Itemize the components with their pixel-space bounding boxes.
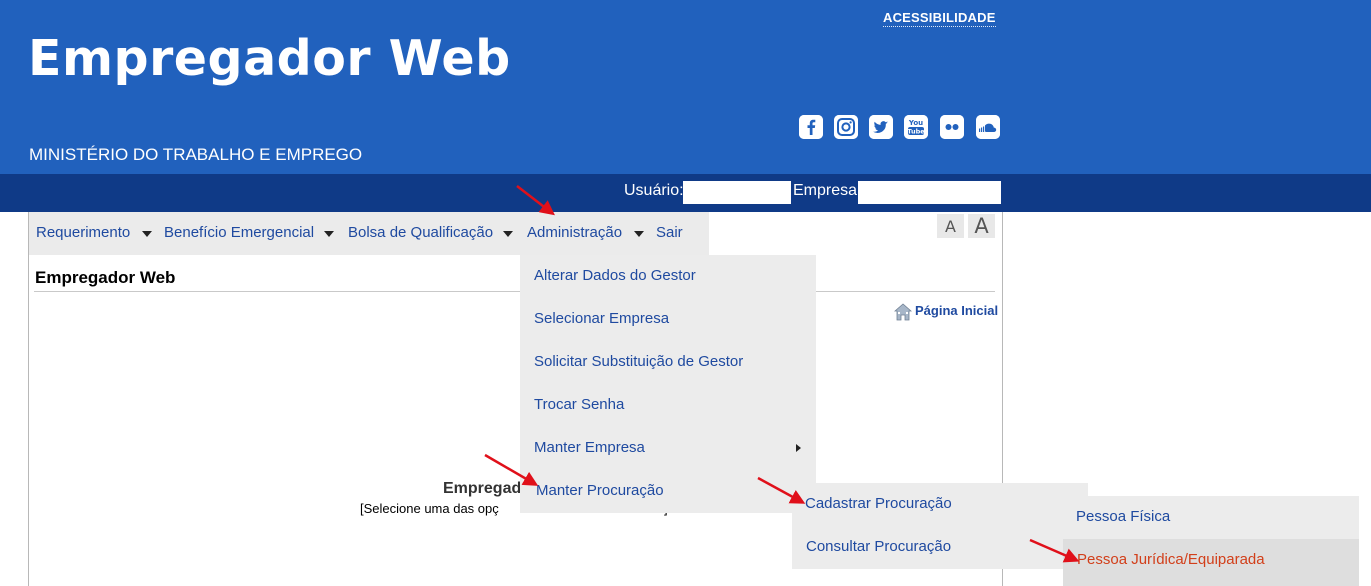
svg-text:You: You xyxy=(908,119,923,127)
menu-item-selecionar-empresa[interactable]: Selecionar Empresa xyxy=(534,310,669,327)
site-header: ACESSIBILIDADE Empregador Web MINISTÉRIO… xyxy=(0,0,1371,174)
company-label: Empresa: xyxy=(793,182,862,199)
svg-text:Tube: Tube xyxy=(907,128,925,136)
user-value-field xyxy=(683,181,791,204)
chevron-down-icon[interactable] xyxy=(503,231,513,237)
chevron-down-icon[interactable] xyxy=(142,231,152,237)
soundcloud-icon[interactable] xyxy=(976,115,1000,139)
menu-item-requerimento[interactable]: Requerimento xyxy=(36,224,130,241)
site-brand-title[interactable]: Empregador Web xyxy=(28,30,511,87)
menu-item-bolsa-qualificacao[interactable]: Bolsa de Qualificação xyxy=(348,224,493,241)
menu-item-pessoa-fisica[interactable]: Pessoa Física xyxy=(1076,508,1170,525)
menu-item-cadastrar-procuracao[interactable]: Cadastrar Procuração xyxy=(805,495,952,512)
facebook-icon[interactable] xyxy=(799,115,823,139)
company-value-field xyxy=(858,181,1001,204)
twitter-icon[interactable] xyxy=(869,115,893,139)
title-divider xyxy=(34,291,995,292)
chevron-right-icon xyxy=(796,444,801,452)
menu-item-manter-empresa[interactable]: Manter Empresa xyxy=(534,439,645,456)
home-icon[interactable] xyxy=(893,303,913,326)
menu-item-pessoa-juridica[interactable]: Pessoa Jurídica/Equiparada xyxy=(1077,551,1265,568)
font-increase-button[interactable]: A xyxy=(968,214,995,238)
home-link[interactable]: Página Inicial xyxy=(915,303,998,318)
user-label: Usuário: xyxy=(624,182,684,199)
menu-item-sair[interactable]: Sair xyxy=(656,224,683,241)
menu-item-solicitar-substituicao-gestor[interactable]: Solicitar Substituição de Gestor xyxy=(534,353,743,370)
ministry-name: MINISTÉRIO DO TRABALHO E EMPREGO xyxy=(29,145,363,164)
welcome-subtitle-left: [Selecione uma das opç xyxy=(360,501,499,516)
menu-item-manter-procuracao[interactable]: Manter Procuração xyxy=(536,482,664,499)
chevron-down-icon[interactable] xyxy=(634,231,644,237)
page-title: Empregador Web xyxy=(35,268,176,287)
menu-item-beneficio-emergencial[interactable]: Benefício Emergencial xyxy=(164,224,314,241)
menu-item-trocar-senha[interactable]: Trocar Senha xyxy=(534,396,624,413)
instagram-icon[interactable] xyxy=(834,115,858,139)
flickr-icon[interactable] xyxy=(940,115,964,139)
chevron-down-icon[interactable] xyxy=(324,231,334,237)
welcome-title: Empregad xyxy=(443,480,522,497)
menu-item-administracao[interactable]: Administração xyxy=(527,224,622,241)
administracao-dropdown xyxy=(520,255,816,513)
menu-item-alterar-dados-gestor[interactable]: Alterar Dados do Gestor xyxy=(534,267,696,284)
accessibility-link[interactable]: ACESSIBILIDADE xyxy=(883,10,996,27)
youtube-icon[interactable]: You Tube xyxy=(904,115,928,139)
font-decrease-button[interactable]: A xyxy=(937,214,964,238)
menu-item-consultar-procuracao[interactable]: Consultar Procuração xyxy=(806,538,951,555)
